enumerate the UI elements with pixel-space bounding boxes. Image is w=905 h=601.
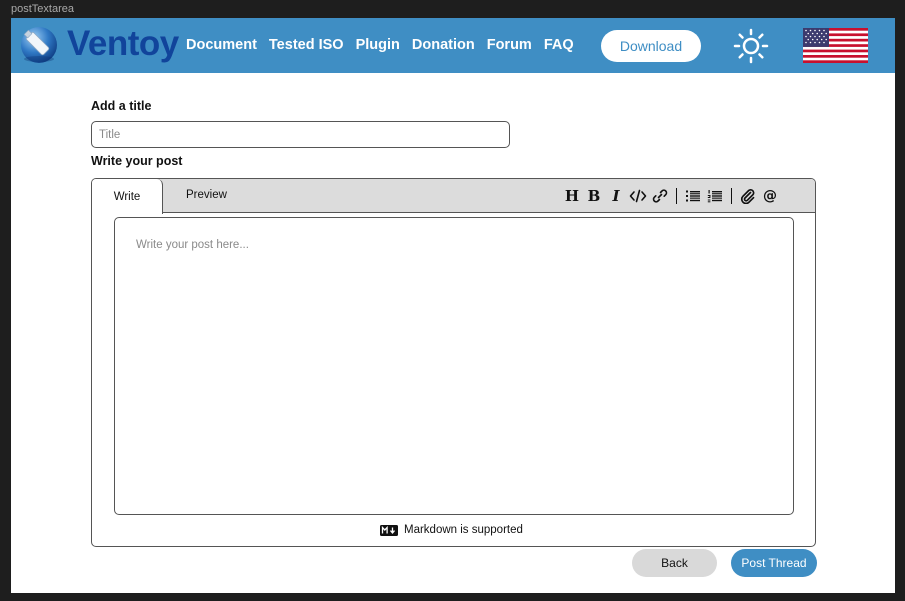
sun-icon[interactable] [733,28,769,64]
nav-link-forum[interactable]: Forum [487,37,532,53]
italic-icon[interactable]: I [605,186,627,206]
nav-link-donation[interactable]: Donation [412,37,475,53]
frame-label: postTextarea [11,3,74,15]
app-frame: Ventoy Document Tested ISO Plugin Donati… [11,18,895,593]
bold-icon[interactable]: B [583,186,605,206]
ventoy-logo-icon[interactable] [19,25,59,65]
top-navbar: Ventoy Document Tested ISO Plugin Donati… [11,18,895,73]
post-thread-button[interactable]: Post Thread [731,549,817,577]
nav-links: Document Tested ISO Plugin Donation Foru… [186,37,574,53]
numbered-list-icon[interactable] [704,186,726,206]
toolbar-divider [676,188,677,204]
title-label: Add a title [91,99,152,113]
logo-text[interactable]: Ventoy [67,24,179,64]
nav-link-tested-iso[interactable]: Tested ISO [269,37,344,53]
markdown-icon [380,524,398,536]
mention-icon[interactable]: @ [759,186,781,206]
code-icon[interactable] [627,186,649,206]
back-button[interactable]: Back [632,549,717,577]
post-body-textarea[interactable] [114,217,794,515]
us-flag-icon[interactable] [803,28,868,63]
markdown-note-text: Markdown is supported [404,524,523,536]
heading-icon[interactable]: H [561,186,583,206]
download-button[interactable]: Download [601,30,701,62]
nav-link-faq[interactable]: FAQ [544,37,574,53]
post-label: Write your post [91,154,183,168]
post-editor: Write Preview H B I @ Write your post he… [91,178,816,547]
nav-link-document[interactable]: Document [186,37,257,53]
formatting-tools: H B I @ [561,186,781,206]
tab-write[interactable]: Write [92,179,163,214]
link-icon[interactable] [649,186,671,206]
tab-preview[interactable]: Preview [186,189,227,201]
bulleted-list-icon[interactable] [682,186,704,206]
title-input[interactable] [91,121,510,148]
nav-link-plugin[interactable]: Plugin [356,37,400,53]
toolbar-divider [731,188,732,204]
markdown-note: Markdown is supported [380,524,523,536]
attach-icon[interactable] [737,186,759,206]
editor-toolbar: Write Preview H B I @ [92,179,815,214]
